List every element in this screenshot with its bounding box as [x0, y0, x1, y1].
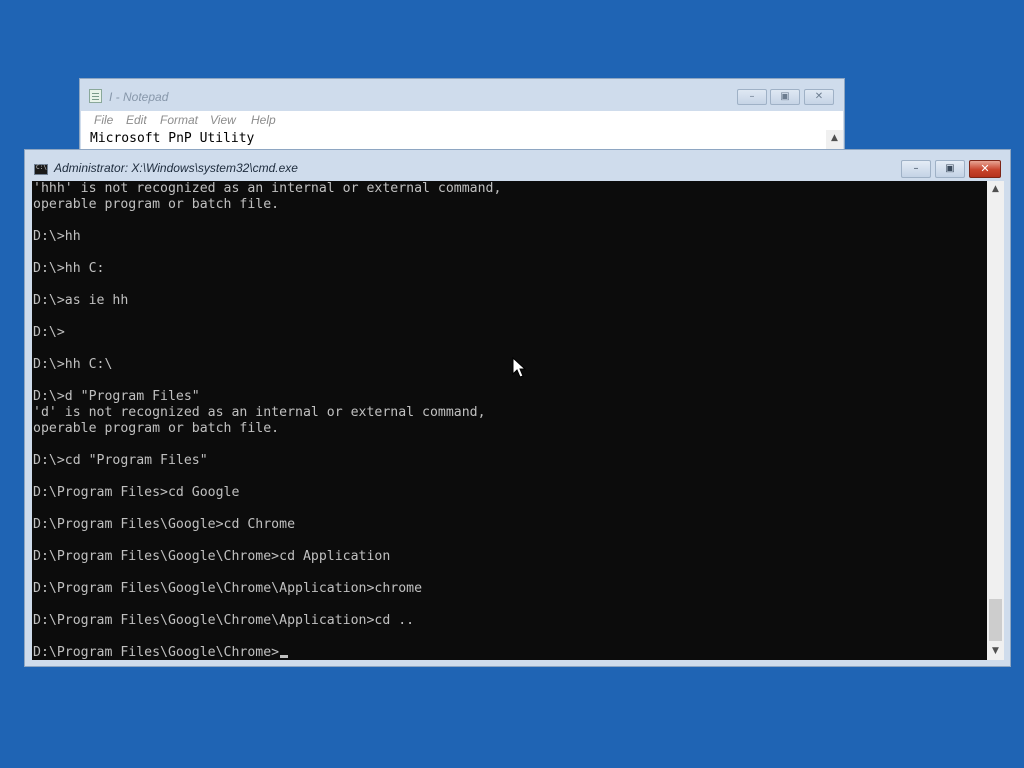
console-line: D:\Program Files\Google\Chrome\Applicati… [33, 581, 423, 596]
scroll-thumb[interactable] [989, 599, 1002, 641]
cmd-maximize-button[interactable]: ▣ [935, 160, 965, 178]
console-line: D:\Program Files\Google\Chrome\Applicati… [33, 613, 415, 628]
notepad-content: Microsoft PnP Utility [90, 131, 255, 146]
console-line: D:\Program Files>cd Google [33, 485, 240, 500]
console-prompt: D:\Program Files\Google\Chrome> [33, 645, 280, 660]
notepad-menubar: File Edit Format View Help [81, 111, 843, 130]
console-line: D:\Program Files\Google>cd Chrome [33, 517, 296, 532]
restore-icon: ▣ [945, 163, 955, 174]
notepad-minimize-button[interactable]: – [737, 89, 767, 105]
text-cursor [280, 655, 289, 658]
cmd-title: Administrator: X:\Windows\system32\cmd.e… [54, 161, 298, 175]
notepad-icon [89, 89, 102, 103]
cmd-icon [34, 164, 48, 175]
cmd-close-button[interactable]: ✕ [969, 160, 1001, 178]
cmd-minimize-button[interactable]: – [901, 160, 931, 178]
menu-edit[interactable]: Edit [126, 113, 147, 127]
menu-view[interactable]: View [210, 113, 236, 127]
menu-format[interactable]: Format [160, 113, 198, 127]
scroll-down-icon[interactable]: ▼ [987, 643, 1004, 660]
minimize-icon: – [913, 163, 919, 174]
console-line: D:\Program Files\Google\Chrome>cd Applic… [33, 549, 391, 564]
notepad-title: I - Notepad [109, 90, 169, 104]
console-output: 'hhh' is not recognized as an internal o… [33, 181, 501, 660]
menu-help[interactable]: Help [251, 113, 276, 127]
cmd-console[interactable]: 'hhh' is not recognized as an internal o… [32, 181, 987, 660]
minimize-icon: – [749, 91, 755, 102]
restore-icon: ▣ [780, 91, 790, 102]
cmd-window[interactable]: Administrator: X:\Windows\system32\cmd.e… [24, 149, 1011, 667]
console-line: operable program or batch file. [33, 197, 280, 212]
notepad-titlebar[interactable]: I - Notepad – ▣ ✕ [80, 79, 844, 111]
notepad-close-button[interactable]: ✕ [804, 89, 834, 105]
console-line: operable program or batch file. [33, 421, 280, 436]
console-line: 'd' is not recognized as an internal or … [33, 405, 486, 420]
console-line: D:\>hh [33, 229, 81, 244]
cmd-scrollbar[interactable]: ▲ ▼ [987, 181, 1004, 660]
mouse-pointer-icon [512, 357, 526, 378]
console-line: D:\>as ie hh [33, 293, 129, 308]
desktop: { "notepad": { "title": "I - Notepad", "… [0, 0, 1024, 768]
notepad-window[interactable]: I - Notepad – ▣ ✕ File Edit Format View … [79, 78, 845, 158]
console-line: D:\>cd "Program Files" [33, 453, 208, 468]
scroll-up-icon[interactable]: ▲ [987, 181, 1004, 198]
console-prompt-line[interactable]: D:\Program Files\Google\Chrome> [33, 645, 501, 660]
console-line: D:\> [33, 325, 65, 340]
console-line: D:\>hh C: [33, 261, 105, 276]
close-icon: ✕ [980, 162, 990, 175]
close-icon: ✕ [814, 91, 824, 102]
menu-file[interactable]: File [94, 113, 113, 127]
console-line: 'hhh' is not recognized as an internal o… [33, 181, 502, 196]
console-line: D:\>d "Program Files" [33, 389, 200, 404]
scroll-up-icon[interactable]: ▲ [826, 130, 843, 147]
notepad-maximize-button[interactable]: ▣ [770, 89, 800, 105]
console-line: D:\>hh C:\ [33, 357, 113, 372]
cmd-titlebar[interactable]: Administrator: X:\Windows\system32\cmd.e… [25, 150, 1010, 181]
